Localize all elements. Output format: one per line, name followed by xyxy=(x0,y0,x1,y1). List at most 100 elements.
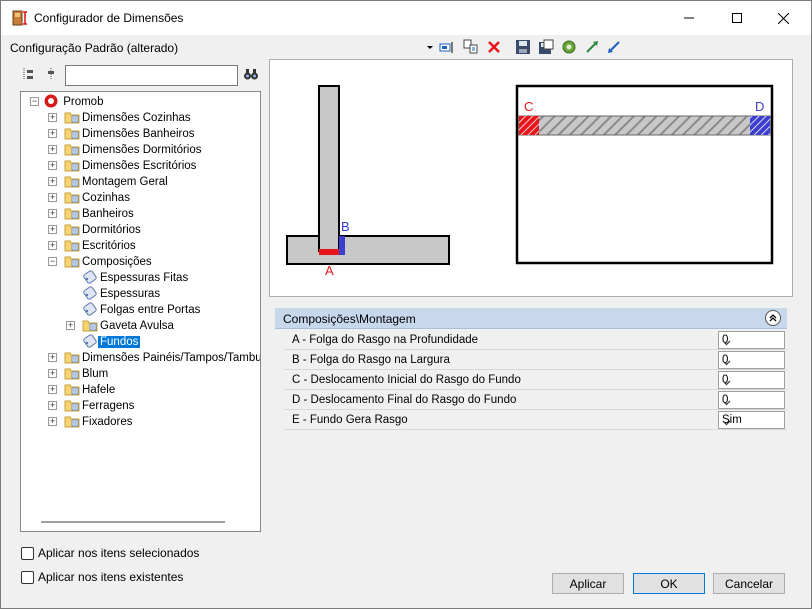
tree-item[interactable]: Fundos xyxy=(82,334,141,350)
apply-existing-checkbox[interactable] xyxy=(21,571,34,584)
settings-item-icon xyxy=(82,334,98,348)
property-value-dropdown[interactable]: 0 xyxy=(718,331,785,349)
expander-root[interactable]: − xyxy=(30,97,39,106)
tree-item[interactable]: Folgas entre Portas xyxy=(82,302,202,318)
folder-icon xyxy=(64,208,80,220)
settings-icon[interactable] xyxy=(560,38,578,56)
tree-item[interactable]: Hafele xyxy=(64,382,117,398)
tree-item-label: Dormitórios xyxy=(82,224,141,236)
tree-expander[interactable]: + xyxy=(48,369,57,378)
close-button[interactable] xyxy=(760,1,806,35)
apply-selected-checkbox[interactable] xyxy=(21,547,34,560)
import-icon[interactable] xyxy=(605,38,623,56)
tree-item-label: Gaveta Avulsa xyxy=(100,320,174,332)
tree-item[interactable]: Dimensões Escritórios xyxy=(64,158,198,174)
folder-icon xyxy=(64,112,80,124)
delete-icon[interactable] xyxy=(485,38,503,56)
settings-tree[interactable]: − Promob + Dimensões Cozinhas + Dimensões B… xyxy=(20,91,261,532)
ok-button[interactable]: OK xyxy=(633,573,705,594)
tree-expander[interactable]: + xyxy=(48,193,57,202)
side-panel-shape xyxy=(318,85,340,252)
export-icon[interactable] xyxy=(583,38,601,56)
minimize-button[interactable] xyxy=(666,1,712,35)
tree-item[interactable]: Escritórios xyxy=(64,238,138,254)
tree-item[interactable]: Dimensões Cozinhas xyxy=(64,110,193,126)
property-category-title: Composições\Montagem xyxy=(283,312,416,326)
tree-item-label: Cozinhas xyxy=(82,192,130,204)
tree-expander[interactable]: + xyxy=(48,353,57,362)
groove-shape xyxy=(518,115,771,136)
tree-expander[interactable]: + xyxy=(48,225,57,234)
tree-expander[interactable]: + xyxy=(66,321,75,330)
collapse-category-icon[interactable] xyxy=(765,310,781,326)
tree-item-label: Montagem Geral xyxy=(82,176,168,188)
chevron-down-icon xyxy=(722,377,781,389)
dropdown-arrow-icon[interactable] xyxy=(421,38,439,56)
tree-expander[interactable]: + xyxy=(48,161,57,170)
tree-item[interactable]: Dimensões Dormitórios xyxy=(64,142,204,158)
app-icon xyxy=(12,10,27,26)
base-panel-shape xyxy=(286,235,450,265)
tree-item[interactable]: Dimensões Painéis/Tampos/Tamburas xyxy=(64,350,261,366)
marker-d-shape xyxy=(750,116,770,135)
tree-item[interactable]: Fixadores xyxy=(64,414,135,430)
property-value-dropdown[interactable]: 0 xyxy=(718,391,785,409)
chevron-down-icon xyxy=(722,397,781,409)
save-as-icon[interactable] xyxy=(537,38,555,56)
copy-icon[interactable] xyxy=(462,38,480,56)
tree-item-label: Fixadores xyxy=(82,416,133,428)
tree-item[interactable]: Espessuras Fitas xyxy=(82,270,190,286)
tree-item[interactable]: Gaveta Avulsa xyxy=(82,318,176,334)
tree-expander[interactable]: + xyxy=(48,401,57,410)
tree-item-label: Espessuras xyxy=(100,288,161,300)
tree-item-label: Composições xyxy=(82,256,152,268)
expand-all-icon[interactable] xyxy=(20,65,38,83)
tree-horizontal-scrollbar[interactable] xyxy=(41,521,225,523)
label-c: C xyxy=(524,99,533,114)
tree-item[interactable]: Ferragens xyxy=(64,398,136,414)
tree-item[interactable]: Dormitórios xyxy=(64,222,143,238)
property-category-header[interactable]: Composições\Montagem xyxy=(275,308,787,329)
tree-search-input[interactable] xyxy=(65,65,238,86)
tree-expander[interactable]: + xyxy=(48,385,57,394)
tree-expander[interactable]: + xyxy=(48,417,57,426)
tree-item[interactable]: Cozinhas xyxy=(64,190,132,206)
property-name: E - Fundo Gera Rasgo xyxy=(292,414,408,426)
folder-icon xyxy=(64,176,80,188)
apply-button[interactable]: Aplicar xyxy=(552,573,624,594)
property-name: A - Folga do Rasgo na Profundidade xyxy=(292,334,479,346)
marker-b-shape xyxy=(339,236,345,255)
binoculars-icon[interactable] xyxy=(242,65,260,83)
tree-item[interactable]: Blum xyxy=(64,366,110,382)
tree-expander[interactable]: + xyxy=(48,113,57,122)
tree-item-label: Dimensões Painéis/Tampos/Tamburas xyxy=(82,352,261,364)
property-row: A - Folga do Rasgo na Profundidade 0 xyxy=(284,330,787,350)
tree-expander[interactable]: + xyxy=(48,209,57,218)
property-value-dropdown[interactable]: 0 xyxy=(718,371,785,389)
tree-item[interactable]: Dimensões Banheiros xyxy=(64,126,197,142)
folder-icon xyxy=(64,192,80,204)
maximize-button[interactable] xyxy=(714,1,760,35)
tree-expander[interactable]: + xyxy=(48,241,57,250)
tree-item[interactable]: Montagem Geral xyxy=(64,174,170,190)
tree-expander[interactable]: + xyxy=(48,145,57,154)
tree-item[interactable]: Espessuras xyxy=(82,286,162,302)
tree-item[interactable]: Banheiros xyxy=(64,206,136,222)
tree-expander[interactable]: − xyxy=(48,257,57,266)
save-icon[interactable] xyxy=(514,38,532,56)
tree-item[interactable]: Composições xyxy=(64,254,154,270)
configuration-name: Configuração Padrão (alterado) xyxy=(10,41,179,55)
collapse-all-icon[interactable] xyxy=(42,65,60,83)
label-b: B xyxy=(341,219,350,234)
tree-expander[interactable]: + xyxy=(48,177,57,186)
label-a: A xyxy=(325,263,334,278)
rename-icon[interactable] xyxy=(438,38,456,56)
tree-expander[interactable]: + xyxy=(48,129,57,138)
tree-root[interactable]: Promob xyxy=(44,94,105,110)
cancel-button[interactable]: Cancelar xyxy=(713,573,785,594)
tree-item-label: Blum xyxy=(82,368,109,380)
tree-item-label: Espessuras Fitas xyxy=(100,272,189,284)
property-value-dropdown[interactable]: 0 xyxy=(718,351,785,369)
property-value-dropdown[interactable]: Sim xyxy=(718,411,785,429)
folder-icon xyxy=(64,256,80,268)
